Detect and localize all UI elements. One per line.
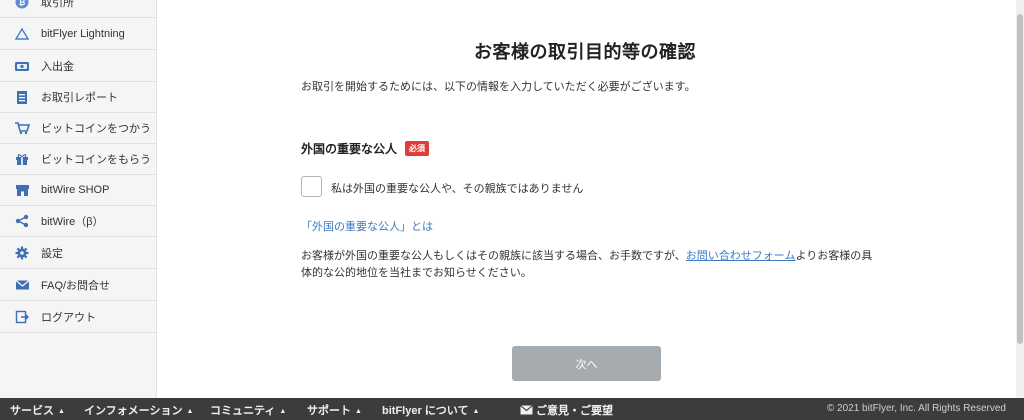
caret-up-icon: ▲: [186, 408, 194, 415]
scrollbar[interactable]: [1016, 0, 1024, 398]
sidebar-item-label: bitWire（β）: [41, 216, 104, 228]
sidebar-item-label: ビットコインをもらう: [41, 154, 151, 166]
sidebar-item-get-bitcoin[interactable]: ビットコインをもらう: [0, 144, 157, 175]
footer-menu-label: サポート: [307, 405, 351, 417]
caret-up-icon: ▲: [58, 408, 65, 415]
scrollbar-thumb[interactable]: [1017, 14, 1023, 344]
footer-menu-label: コミュニティ: [210, 405, 276, 417]
sidebar-item-label: bitWire SHOP: [41, 184, 110, 196]
footer-menu-community[interactable]: コミュニティ ▲: [210, 402, 286, 418]
required-badge: 必須: [405, 141, 430, 156]
next-button[interactable]: 次へ: [512, 346, 661, 381]
section-heading: 外国の重要な公人 必須: [301, 140, 430, 157]
caret-up-icon: ▲: [279, 408, 287, 415]
intro-text: お取引を開始するためには、以下の情報を入力していただく必要がございます。: [301, 81, 696, 93]
footer-menu-about[interactable]: bitFlyer について ▲: [382, 402, 479, 418]
copyright: © 2021 bitFlyer, Inc. All Rights Reserve…: [826, 403, 1006, 414]
sidebar-item-label: FAQ/お問合せ: [41, 280, 111, 292]
confirm-checkbox[interactable]: [301, 176, 322, 197]
sidebar-item-deposit[interactable]: 入出金: [0, 51, 157, 82]
footer-menu-label: bitFlyer について: [382, 405, 469, 417]
footer: サービス ▲ インフォメーション ▲ コミュニティ ▲ サポート ▲ bitFlyer …: [0, 398, 1024, 420]
sidebar-item-exchange[interactable]: ₿ 取引所: [0, 0, 157, 18]
footer-menu-information[interactable]: インフォメーション ▲: [84, 402, 193, 418]
footer-menu-service[interactable]: サービス ▲: [10, 402, 65, 418]
sidebar-item-label: 設定: [41, 248, 63, 260]
page-title: お客様の取引目的等の確認: [474, 42, 696, 62]
sidebar-item-report[interactable]: お取引レポート: [0, 82, 157, 113]
gift-icon: [14, 151, 30, 167]
sidebar-item-label: ログアウト: [41, 312, 96, 324]
caret-up-icon: ▲: [355, 408, 362, 415]
sidebar-item-bitwire[interactable]: bitWire（β）: [0, 206, 157, 237]
sidebar: ₿ 取引所 bitFlyer Lightning 入出金 お取引レポート ビット…: [0, 0, 157, 398]
svg-text:₿: ₿: [19, 0, 26, 7]
sidebar-item-label: bitFlyer Lightning: [41, 28, 125, 40]
footer-feedback-label: ご意見・ご要望: [536, 405, 613, 417]
shop-icon: [14, 182, 30, 198]
mail-icon: [14, 277, 30, 293]
footer-menu-support[interactable]: サポート ▲: [307, 402, 362, 418]
footer-feedback-link[interactable]: ご意見・ご要望: [520, 402, 613, 418]
notice-text-before: お客様が外国の重要な公人もしくはその親族に該当する場合、お手数ですが、: [301, 250, 686, 262]
caret-up-icon: ▲: [472, 408, 480, 415]
sidebar-item-label: ビットコインをつかう: [41, 123, 151, 135]
sidebar-item-label: 入出金: [41, 61, 74, 73]
sidebar-item-use-bitcoin[interactable]: ビットコインをつかう: [0, 113, 157, 144]
deposit-icon: [14, 58, 30, 74]
sidebar-item-logout[interactable]: ログアウト: [0, 302, 157, 333]
sidebar-item-label: 取引所: [41, 0, 74, 9]
bitcoin-icon: ₿: [14, 0, 30, 10]
share-icon: [14, 213, 30, 229]
gear-icon: [14, 245, 30, 261]
contact-form-link[interactable]: お問い合わせフォーム: [686, 250, 796, 262]
report-icon: [14, 89, 30, 105]
info-link[interactable]: 「外国の重要な公人」とは: [301, 218, 433, 234]
sidebar-item-faq[interactable]: FAQ/お問合せ: [0, 270, 157, 301]
section-title: 外国の重要な公人: [301, 142, 398, 156]
sidebar-item-settings[interactable]: 設定: [0, 238, 157, 269]
notice-text: お客様が外国の重要な公人もしくはその親族に該当する場合、お手数ですが、お問い合わ…: [301, 248, 881, 282]
footer-menu-label: サービス: [10, 405, 54, 417]
footer-menu-label: インフォメーション: [84, 405, 183, 417]
lightning-icon: [14, 26, 30, 42]
sidebar-item-label: お取引レポート: [41, 92, 118, 104]
sidebar-item-bitwire-shop[interactable]: bitWire SHOP: [0, 175, 157, 206]
cart-icon: [14, 120, 30, 136]
sidebar-item-lightning[interactable]: bitFlyer Lightning: [0, 19, 157, 50]
confirm-checkbox-label[interactable]: 私は外国の重要な公人や、その親族ではありません: [331, 180, 583, 196]
mail-icon: [520, 405, 533, 415]
logout-icon: [14, 309, 30, 325]
